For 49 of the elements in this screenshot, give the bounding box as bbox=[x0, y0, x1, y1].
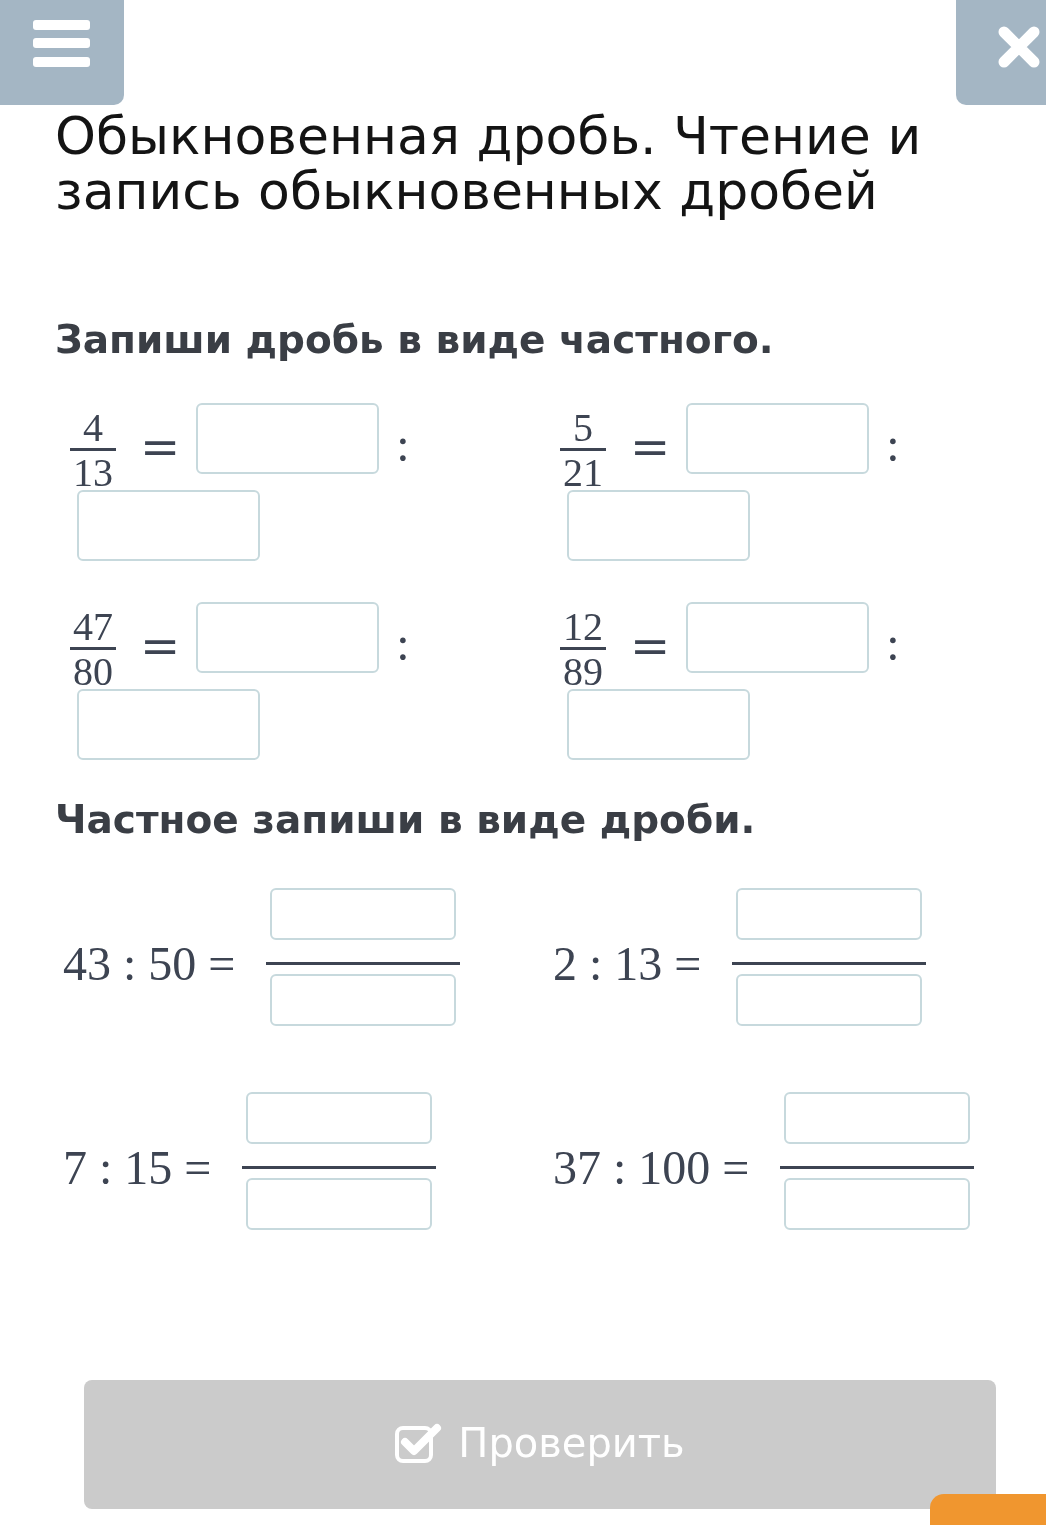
answer-box[interactable] bbox=[270, 888, 457, 940]
numerator: 4 bbox=[82, 408, 104, 448]
menu-button[interactable] bbox=[0, 0, 124, 105]
division-expression: 37 : 100 = bbox=[553, 1144, 750, 1192]
answer-box[interactable] bbox=[736, 974, 923, 1026]
close-icon bbox=[997, 25, 1041, 69]
answer-box[interactable] bbox=[77, 490, 260, 561]
answer-box[interactable] bbox=[784, 1178, 971, 1230]
answer-box[interactable] bbox=[246, 1092, 433, 1144]
equals-sign: = bbox=[630, 622, 671, 670]
answer-box[interactable] bbox=[686, 602, 870, 673]
answer-box[interactable] bbox=[567, 490, 750, 561]
answer-box[interactable] bbox=[196, 403, 380, 474]
denominator: 13 bbox=[72, 451, 114, 493]
fraction-bar bbox=[560, 647, 606, 650]
equals-sign: = bbox=[140, 622, 181, 670]
fraction-bar bbox=[70, 647, 116, 650]
numerator: 12 bbox=[562, 607, 604, 647]
close-button[interactable] bbox=[956, 0, 1046, 105]
division-expression: 43 : 50 = bbox=[63, 940, 236, 988]
checkbox-tick-icon bbox=[395, 1422, 443, 1463]
answer-box[interactable] bbox=[784, 1092, 971, 1144]
division-colon: : bbox=[886, 620, 900, 668]
division-colon: : bbox=[396, 620, 410, 668]
denominator: 21 bbox=[562, 451, 604, 493]
task-heading: Частное запиши в виде дроби. bbox=[55, 797, 757, 843]
equals-sign: = bbox=[630, 423, 671, 471]
menu-icon bbox=[33, 20, 90, 67]
corner-tab[interactable] bbox=[930, 1494, 1046, 1525]
answer-box[interactable] bbox=[270, 974, 457, 1026]
lesson-title: Обыкновенная дробь. Чтение и запись обыкновенных дробей bbox=[55, 109, 923, 219]
answer-box[interactable] bbox=[686, 403, 870, 474]
answer-box[interactable] bbox=[246, 1178, 433, 1230]
division-colon: : bbox=[886, 421, 900, 469]
division-colon: : bbox=[396, 421, 410, 469]
fraction-bar bbox=[560, 448, 606, 451]
answer-box[interactable] bbox=[196, 602, 380, 673]
answer-box[interactable] bbox=[567, 689, 750, 760]
division-expression: 7 : 15 = bbox=[63, 1144, 212, 1192]
denominator: 89 bbox=[562, 650, 604, 692]
answer-box[interactable] bbox=[77, 689, 260, 760]
numerator: 5 bbox=[572, 408, 594, 448]
denominator: 80 bbox=[72, 650, 114, 692]
answer-box[interactable] bbox=[736, 888, 923, 940]
equals-sign: = bbox=[140, 423, 181, 471]
division-expression: 2 : 13 = bbox=[553, 940, 702, 988]
fraction-bar bbox=[70, 448, 116, 451]
numerator: 47 bbox=[72, 607, 114, 647]
task-heading: Запиши дробь в виде частного. bbox=[55, 317, 775, 363]
